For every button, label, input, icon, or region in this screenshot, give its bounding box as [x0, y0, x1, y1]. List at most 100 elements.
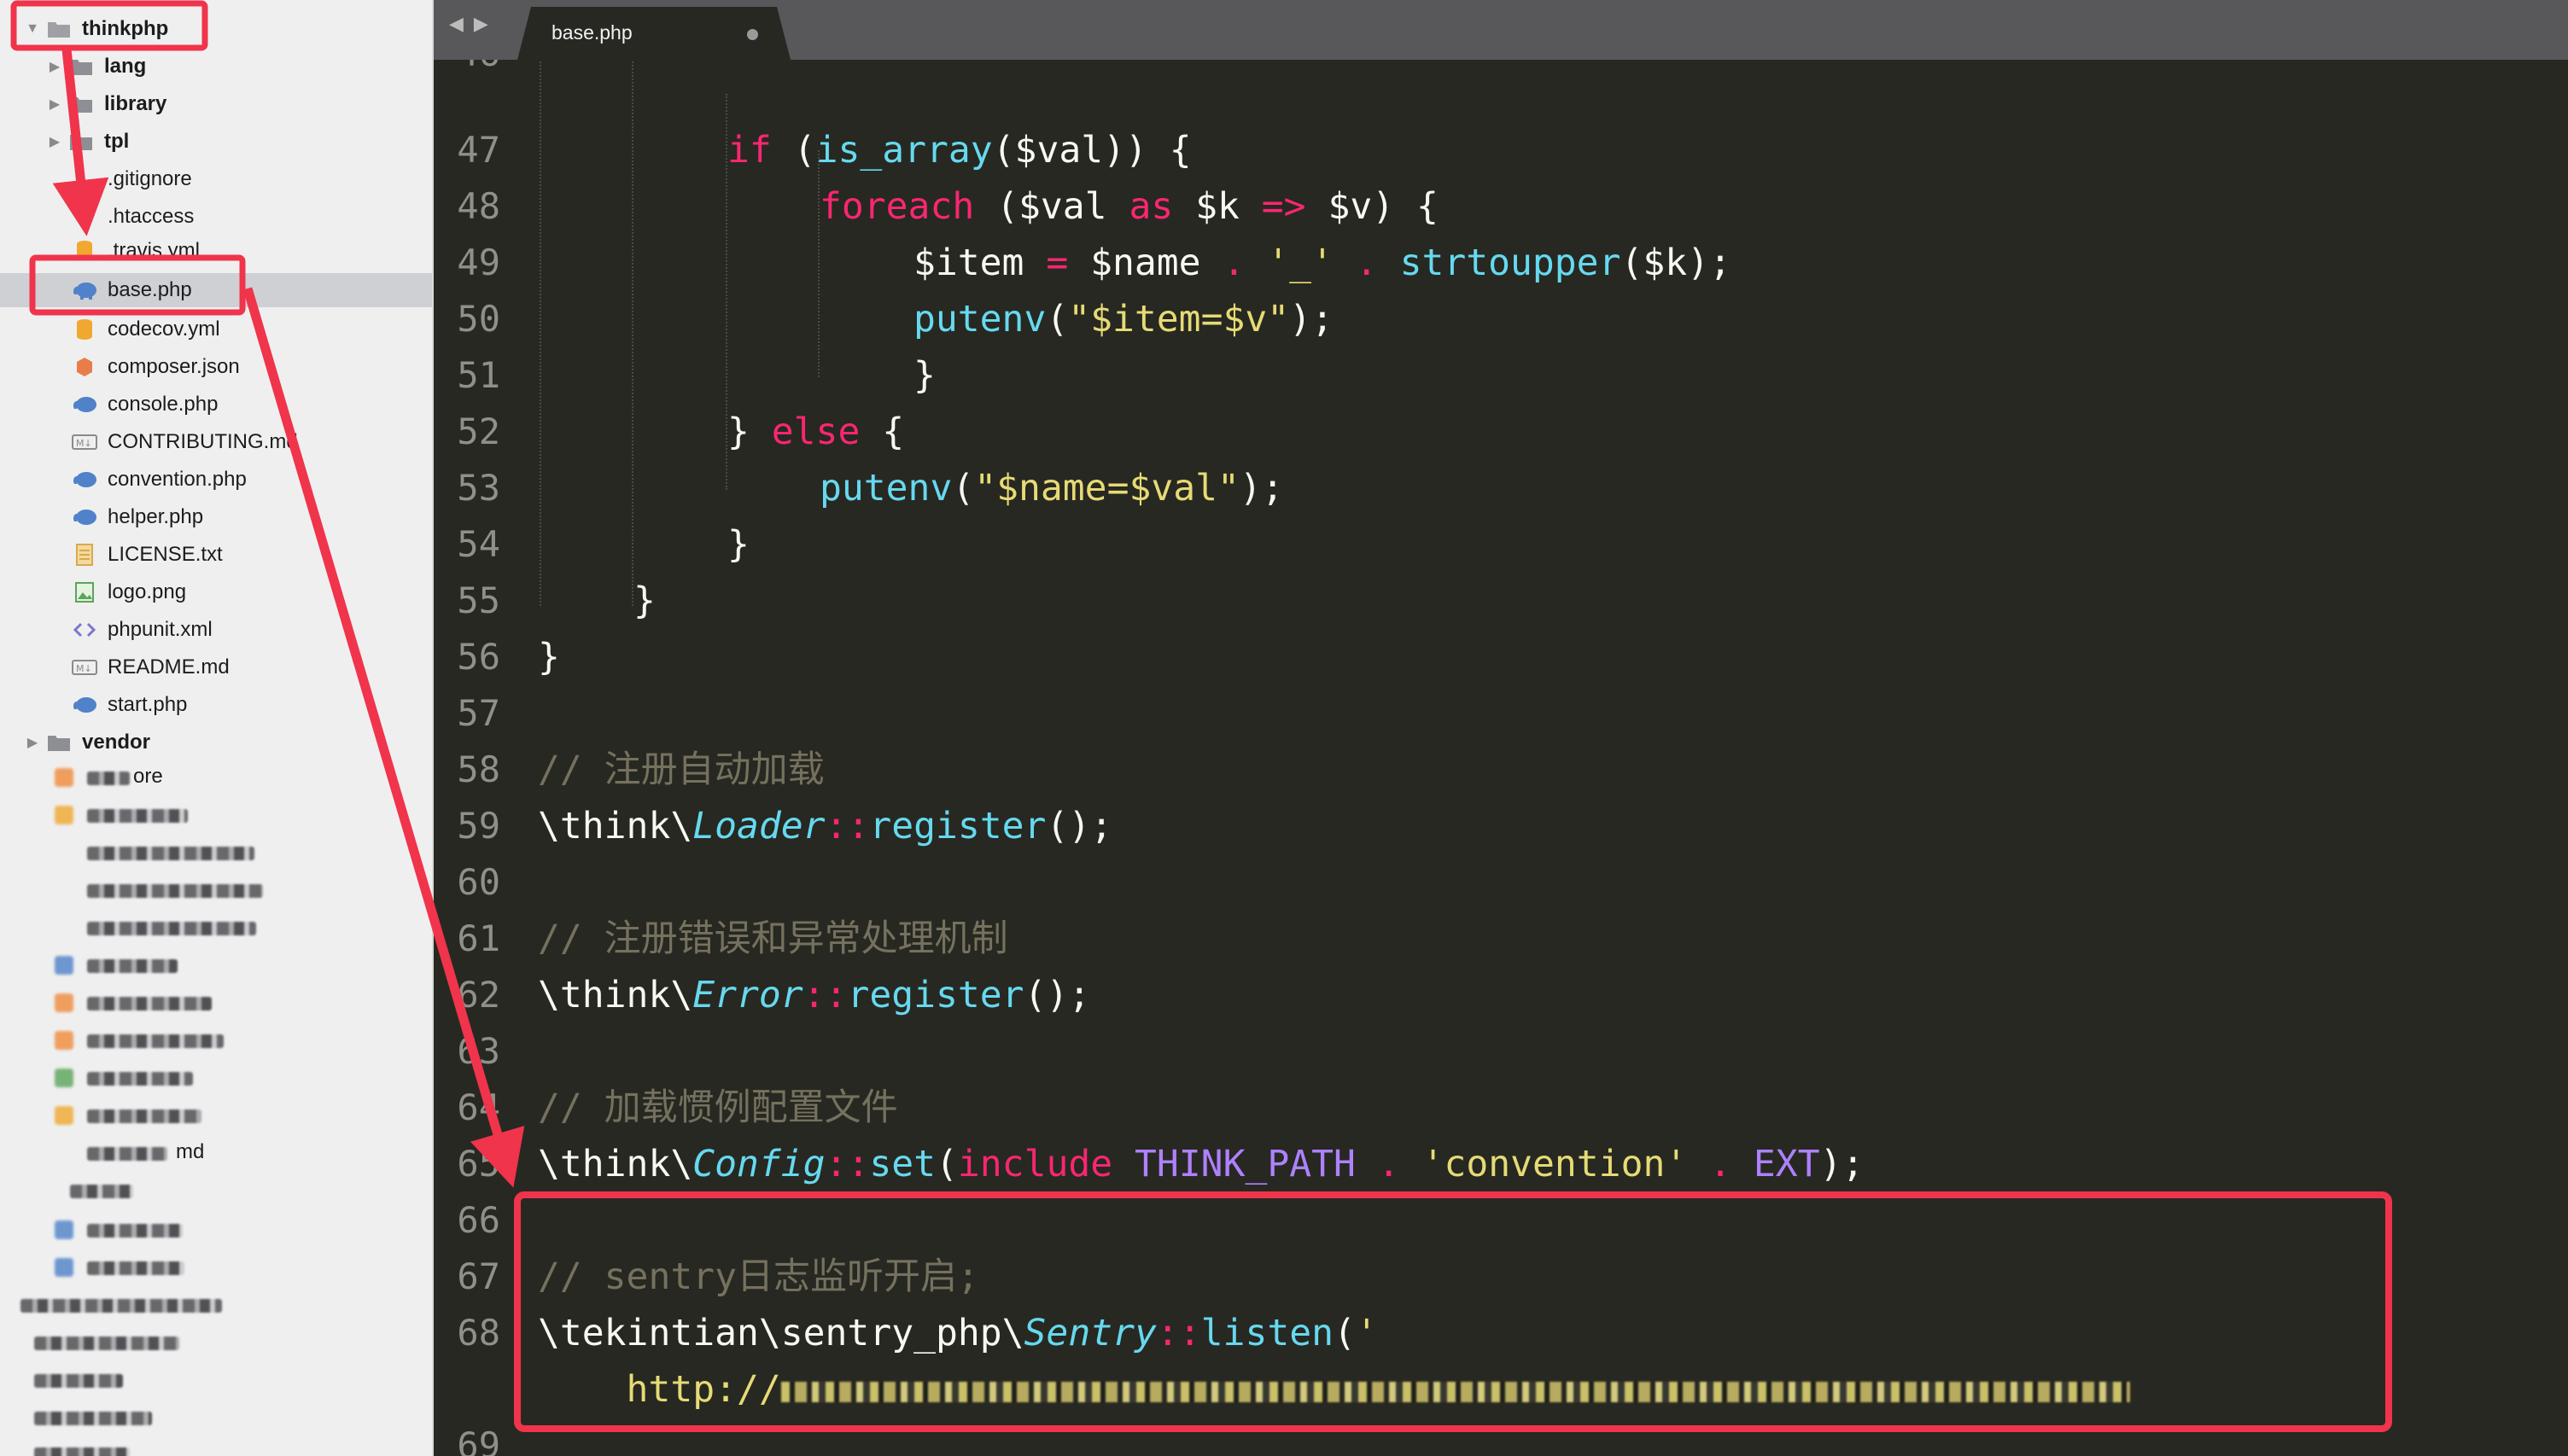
disclosure-right-icon[interactable]: ▶: [46, 96, 63, 113]
code-token: (: [771, 129, 816, 172]
code-token: '_': [1267, 242, 1334, 284]
file-row-logo[interactable]: logo.png: [0, 575, 432, 609]
folder-open-icon: [46, 16, 72, 42]
code-text: // sentry日志监听开启;: [538, 1249, 979, 1305]
code-editor[interactable]: 46 47if (is_array($val)) {48foreach ($va…: [434, 60, 2568, 1456]
file-row-htaccess[interactable]: .htaccess: [0, 200, 432, 234]
file-row-license[interactable]: LICENSE.txt: [0, 538, 432, 572]
code-text: // 加载惯例配置文件: [538, 1080, 898, 1136]
file-label: phpunit.xml: [108, 618, 213, 641]
code-line: 47 if (is_array($val)) {: [434, 122, 2568, 178]
code-token: set: [869, 1143, 937, 1185]
line-number: 57: [457, 692, 500, 734]
file-row-console[interactable]: console.php: [0, 387, 432, 422]
code-token: Loader: [692, 805, 826, 847]
code-text: \tekintian\sentry_php\Sentry::listen(': [538, 1305, 1378, 1361]
code-line: 60: [434, 854, 2568, 911]
code-line: 69: [434, 1418, 2568, 1456]
file-label: LICENSE.txt: [108, 543, 223, 566]
code-token: .: [1355, 242, 1378, 284]
file-row-composer[interactable]: composer.json: [0, 350, 432, 384]
folder-label: lang: [104, 55, 147, 78]
line-number: 58: [457, 748, 500, 790]
disclosure-down-icon[interactable]: ▼: [24, 21, 41, 37]
code-line: 55}: [434, 573, 2568, 629]
code-token: }: [538, 636, 560, 678]
line-number: 53: [457, 467, 500, 509]
file-row-start[interactable]: start.php: [0, 688, 432, 722]
code-token: ::: [1156, 1312, 1201, 1354]
code-line: 48 foreach ($val as $k => $v) {: [434, 178, 2568, 235]
code-token: }: [633, 579, 656, 622]
yaml-file-icon: [72, 237, 97, 259]
disclosure-right-icon[interactable]: ▶: [24, 734, 41, 751]
folder-row-thinkphp[interactable]: ▼ thinkphp: [0, 12, 432, 46]
line-number: 48: [457, 185, 500, 227]
file-row-contributing[interactable]: M↓ CONTRIBUTING.md: [0, 425, 432, 459]
obscured-icon: [55, 768, 73, 787]
obscured-visible-fragment: ore: [133, 765, 163, 788]
line-number: 63: [457, 1030, 500, 1072]
code-line: http://: [434, 1361, 2568, 1418]
unsaved-dot-icon[interactable]: [747, 29, 758, 40]
code-token: \think\: [538, 805, 693, 847]
code-text: foreach ($val as $k => $v) {: [820, 178, 1439, 235]
code-token: // 注册错误和异常处理机制: [538, 917, 1008, 960]
code-token: }: [913, 354, 936, 397]
disclosure-right-icon[interactable]: ▶: [46, 58, 63, 75]
file-row-gitignore[interactable]: .gitignore: [0, 162, 432, 196]
file-row-helper[interactable]: helper.php: [0, 500, 432, 534]
file-row-travis[interactable]: .travis.yml: [0, 237, 432, 259]
code-token: ();: [1046, 805, 1113, 847]
nav-back-icon[interactable]: ◀: [449, 14, 464, 35]
disclosure-right-icon[interactable]: ▶: [46, 133, 63, 150]
file-row-convention[interactable]: convention.php: [0, 463, 432, 497]
code-token: "$item=$v": [1068, 298, 1290, 341]
code-token: 'convention': [1421, 1143, 1688, 1185]
code-token: putenv: [913, 298, 1047, 341]
code-token: http://: [538, 1368, 781, 1411]
folder-row-library[interactable]: ▶ library: [0, 87, 432, 121]
code-token: =>: [1261, 185, 1306, 228]
tab-base-php[interactable]: base.php: [517, 7, 791, 60]
code-text: if (is_array($val)) {: [727, 122, 1192, 178]
folder-icon: [68, 129, 94, 154]
file-row-codecov[interactable]: codecov.yml: [0, 312, 432, 347]
tab-label: base.php: [552, 21, 633, 44]
folder-row-tpl[interactable]: ▶ tpl: [0, 125, 432, 159]
code-text: $item = $name . '_' . strtoupper($k);: [913, 235, 1731, 291]
code-token: is_array: [815, 129, 993, 172]
code-text: } else {: [727, 404, 904, 460]
code-text: putenv("$item=$v");: [913, 291, 1334, 347]
code-token: (: [936, 1143, 958, 1185]
tab-bar: ◀ ▶ base.php: [434, 0, 2568, 60]
file-label: .gitignore: [108, 167, 192, 190]
folder-row-lang[interactable]: ▶ lang: [0, 50, 432, 84]
file-row-readme[interactable]: M↓ README.md: [0, 650, 432, 684]
folder-label: thinkphp: [82, 17, 169, 40]
file-row-base-php[interactable]: base.php: [0, 273, 432, 307]
code-token: $v) {: [1305, 185, 1439, 228]
code-token: if: [727, 129, 772, 172]
code-line: 49 $item = $name . '_' . strtoupper($k);: [434, 235, 2568, 291]
code-line: 56}: [434, 629, 2568, 685]
code-line: 62 \think\Error::register();: [434, 967, 2568, 1023]
file-label: logo.png: [108, 580, 187, 603]
code-token: \think\: [538, 974, 693, 1016]
folder-row-vendor[interactable]: ▶ vendor: [0, 725, 432, 760]
code-token: (: [952, 467, 975, 510]
code-token: \think\: [538, 1143, 693, 1185]
nav-forward-icon[interactable]: ▶: [474, 14, 488, 35]
yaml-file-icon: [72, 317, 97, 342]
code-token: }: [727, 411, 772, 453]
file-row-phpunit[interactable]: phpunit.xml: [0, 613, 432, 647]
code-token: ': [1355, 1312, 1378, 1354]
code-text: // 注册自动加载: [538, 742, 825, 798]
code-line: 54}: [434, 516, 2568, 573]
code-token: // sentry日志监听开启;: [538, 1255, 979, 1298]
